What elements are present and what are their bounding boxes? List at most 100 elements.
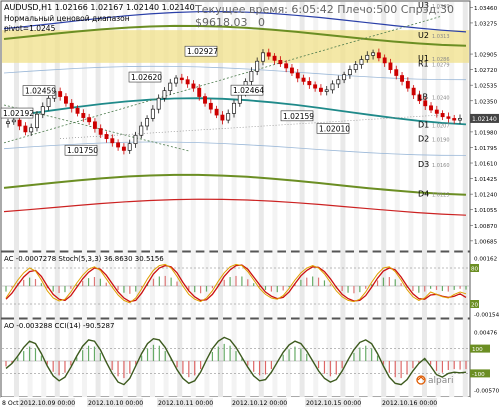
candle-body	[185, 79, 190, 85]
candle-body	[23, 125, 28, 133]
candle-body	[342, 74, 347, 81]
level-value: 1.0125	[432, 192, 450, 198]
level-value: 1.0207	[432, 123, 450, 129]
candle-body	[81, 113, 86, 118]
axis-tick-label: 1.00685	[474, 239, 498, 245]
callout-label: 1.02464	[233, 86, 264, 95]
candle-body	[75, 107, 80, 114]
callout-label: 1.02459	[25, 87, 56, 96]
level-name: D2	[418, 135, 429, 144]
ac-panel-label: AC -0.0007278 Stoch(5,3,3) 36.8630 30.51…	[4, 255, 164, 263]
candle-body	[295, 72, 300, 79]
candle-body	[63, 96, 68, 104]
candle-body	[150, 108, 155, 119]
candle-body	[313, 84, 318, 89]
candle-body	[446, 116, 451, 119]
candle-body	[353, 64, 358, 70]
candle-body	[458, 118, 462, 121]
time-label: 2012.10.10 00:00	[88, 400, 143, 407]
candle-body	[388, 62, 393, 70]
candle-body	[405, 81, 410, 89]
ao-axis-label: 100	[472, 347, 483, 353]
ac-axis-label: -0.00154	[474, 313, 500, 319]
candle-body	[87, 117, 92, 123]
candle-body	[255, 60, 260, 72]
level-name: D3	[418, 160, 429, 169]
candle-body	[127, 143, 132, 151]
time-label: Текущее время: 6:05:42 Плечо:500 Спрэд:3…	[194, 3, 454, 16]
symbol-line: AUDUSD,H1 1.02166 1.02167 1.02140 1.0214…	[4, 3, 195, 12]
candle-body	[371, 52, 376, 56]
candle-body	[69, 102, 74, 109]
candle-body	[121, 146, 126, 151]
candle-body	[249, 70, 254, 82]
candle-body	[98, 128, 103, 135]
axis-tick-label: 1.02350	[474, 99, 498, 105]
level-name: D4	[418, 189, 429, 198]
price-axis: 1.03460 1.03275 1.02905 1.02720 1.02535 1.023…	[470, 6, 499, 245]
current-price-label: 1.02140	[472, 116, 497, 123]
candle-body	[156, 97, 161, 110]
callout-label: 1.02010	[319, 124, 350, 133]
candle-body	[139, 125, 144, 136]
balance-label: $9618.03	[195, 16, 248, 29]
candle-body	[162, 90, 167, 99]
level-name: LB	[418, 93, 428, 102]
level-band-u1-u2	[2, 30, 469, 63]
indicator-name: Нормальный ценовой диапазон	[4, 14, 130, 23]
time-label: 2012.10.16 00:00	[382, 400, 437, 407]
candle-body	[6, 121, 10, 124]
candle-body	[394, 69, 399, 76]
candle-body	[324, 89, 329, 92]
candle-body	[17, 119, 22, 127]
axis-tick-label: 1.03275	[474, 21, 498, 27]
candle-body	[434, 109, 439, 114]
candle-body	[382, 57, 387, 64]
candle-body	[133, 134, 138, 145]
chart-canvas[interactable]: 1.02192 1.02459 1.01750 1.02620 1.02927 1.024…	[0, 0, 500, 408]
axis-tick-label: 1.01240	[474, 193, 498, 199]
candle-body	[359, 59, 364, 65]
candle-body	[411, 87, 416, 96]
candle-body	[179, 77, 184, 81]
callout-label: 1.02192	[3, 109, 34, 118]
candle-body	[301, 77, 306, 82]
candle-body	[266, 52, 271, 57]
candle-body	[272, 55, 277, 61]
axis-tick-label: 1.03460	[474, 6, 498, 12]
candle-body	[214, 108, 219, 116]
candle-body	[226, 113, 231, 121]
axis-tick-label: 1.01980	[474, 130, 498, 136]
candle-body	[58, 91, 63, 97]
candle-body	[40, 106, 45, 115]
ac-axis-label: 80	[471, 267, 479, 273]
zero-label: 0	[258, 16, 265, 29]
candle-body	[400, 75, 405, 82]
candle-body	[318, 87, 323, 92]
candle-body	[336, 79, 341, 85]
brand-name: alpari	[428, 376, 453, 386]
candle-body	[452, 118, 457, 121]
candle-body	[289, 67, 294, 74]
pivot-label: pivot=1.0245	[4, 24, 56, 33]
candle-body	[110, 138, 115, 144]
level-name: R1	[418, 60, 429, 69]
axis-tick-label: 1.01610	[474, 162, 498, 168]
axis-tick-label: 1.01055	[474, 208, 498, 214]
callout-label: 1.02159	[283, 112, 314, 121]
candle-body	[104, 134, 109, 139]
candle-body	[168, 82, 173, 92]
candle-body	[197, 87, 202, 97]
candle-body	[174, 77, 179, 84]
ao-panel-label: AO -0.003288 CCI(14) -90.5287	[4, 322, 114, 330]
time-label: 2012.10.09 00:00	[20, 400, 75, 407]
candle-body	[29, 127, 34, 133]
candle-body	[440, 113, 445, 118]
level-value: 1.0160	[432, 163, 450, 169]
candle-body	[145, 118, 150, 127]
candle-body	[284, 63, 289, 69]
level-value: 1.0240	[432, 96, 450, 102]
axis-tick-label: 1.02720	[474, 68, 498, 74]
candle-body	[278, 60, 283, 65]
candle-body	[116, 142, 121, 148]
